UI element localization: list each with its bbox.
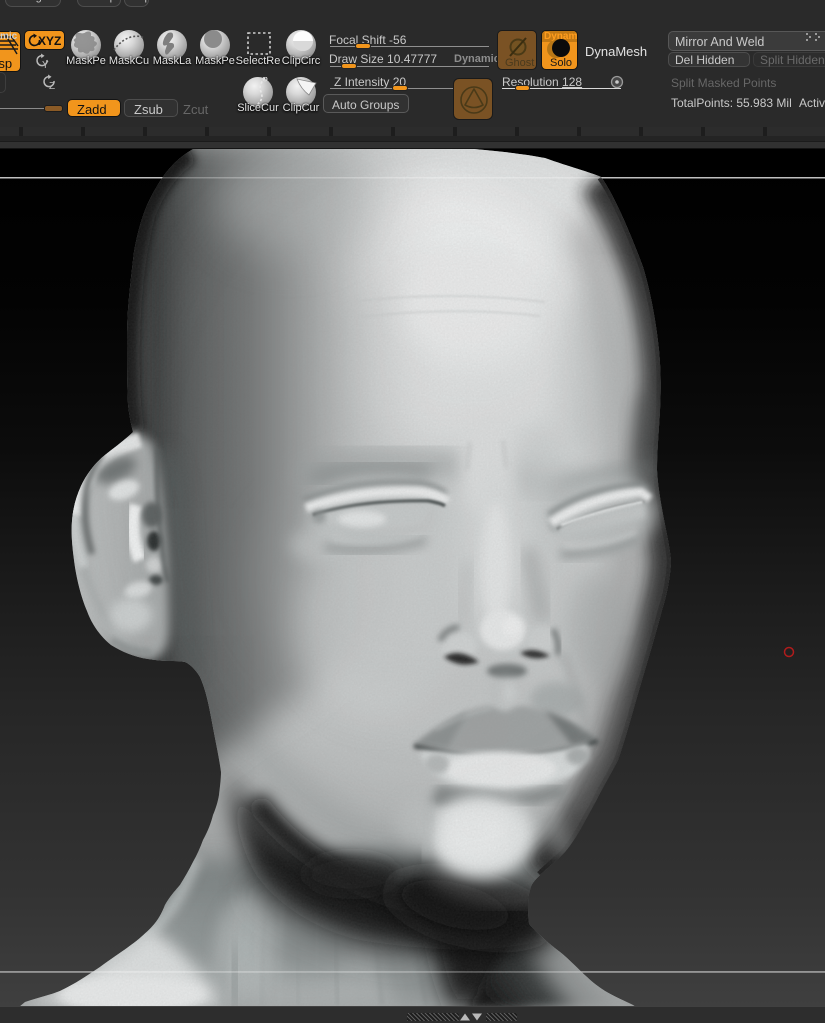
svg-text:Y: Y bbox=[42, 60, 49, 70]
svg-text:Z: Z bbox=[49, 81, 55, 91]
